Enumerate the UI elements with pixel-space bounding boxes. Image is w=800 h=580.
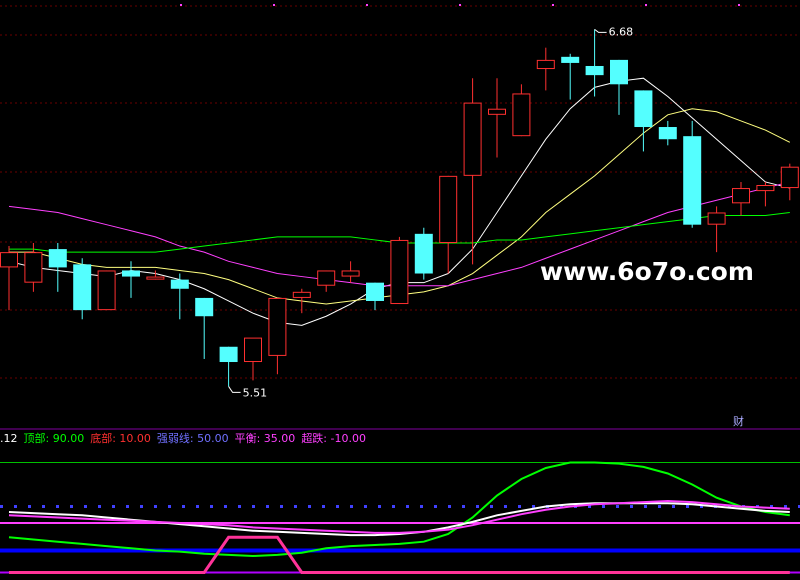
candle-body [219,346,238,363]
candle-body [610,59,628,85]
grid-marker [180,4,182,6]
low-price-label: 5.51 [243,386,268,399]
candle-body [73,264,92,311]
candle-body [536,59,555,70]
candle-body [439,175,458,243]
candle [732,181,750,216]
candle-body [341,270,360,277]
candle-body [756,185,775,192]
candle-body [634,90,653,128]
candle-body [488,108,506,115]
candle [414,227,433,280]
candle [683,120,702,228]
candle [536,47,555,91]
candle [97,270,116,311]
indicator-header-item: .12 [0,432,18,445]
indicator-header-item: 平衡: 35.00 [235,432,296,445]
grid-marker [273,4,275,6]
stock-chart: 6.68 5.51 财 www.6o7o.com .12 顶部: 90.00 底部:… [0,4,800,574]
grid-marker [366,4,368,6]
candle [170,273,189,320]
candle-body [683,136,702,225]
grid-marker [645,4,647,6]
chart-labels: 6.68 5.51 财 www.6o7o.com .12 顶部: 90.00 底部:… [0,25,754,445]
candle [512,84,531,137]
indicator-header: .12 顶部: 90.00 底部: 10.00 强弱线: 50.00 平衡: 35.00… [0,431,366,445]
candle [366,282,384,311]
candle-body [414,233,433,274]
candle-body [146,276,165,280]
candle [561,53,580,100]
candle-body [268,297,287,356]
candle [48,242,67,292]
high-price-label: 6.68 [609,25,634,38]
candlesticks [0,29,799,387]
indicator-header-item: 超跌: -10.00 [301,431,366,445]
candle [658,120,677,146]
candle [707,206,726,253]
candle-body [24,252,43,283]
candle [390,236,409,305]
candle [488,78,506,158]
candle-body [658,127,677,140]
main-grid [0,4,800,430]
low-pointer [228,386,241,393]
candle-body [122,270,140,277]
candle-body [512,93,531,137]
candle-body [780,166,799,189]
candle [195,297,214,359]
candle [268,297,287,375]
candle-body [463,102,482,176]
candle [780,163,799,201]
high-pointer [594,28,607,33]
grid-marker [459,4,461,6]
candle [0,246,18,311]
candle-body [707,212,726,225]
candle [73,258,92,320]
oscillator-line [8,461,790,558]
candle-body [317,270,336,286]
candle [756,181,775,207]
candle [439,175,458,274]
grid-marker [552,4,554,6]
oscillator-panel [0,461,800,574]
candle [610,59,628,115]
candle-body [292,291,311,298]
candle-body [48,249,67,268]
indicator-header-item: 强弱线: 50.00 [157,431,229,445]
candle-body [0,252,18,268]
candle-body [585,65,604,76]
candle-body [561,56,580,63]
indicator-header-item: 顶部: 90.00 [24,431,85,445]
finance-badge: 财 [733,414,744,428]
watermark-text: www.6o7o.com [540,257,754,286]
candle-body [97,270,116,311]
candle-body [732,188,750,204]
grid-marker [738,4,740,6]
candle [219,346,238,387]
candle-body [390,239,409,305]
candle-body [195,297,214,317]
candle [244,337,262,381]
candle-body [170,279,189,289]
oscillator-line [9,535,790,574]
candle [585,29,604,97]
candle [634,90,653,152]
candle-body [366,282,384,301]
indicator-header-item: 底部: 10.00 [90,431,151,445]
candle [122,261,140,298]
candle-body [244,337,262,363]
candle [341,261,360,283]
candle [463,78,482,265]
candle [317,270,336,292]
